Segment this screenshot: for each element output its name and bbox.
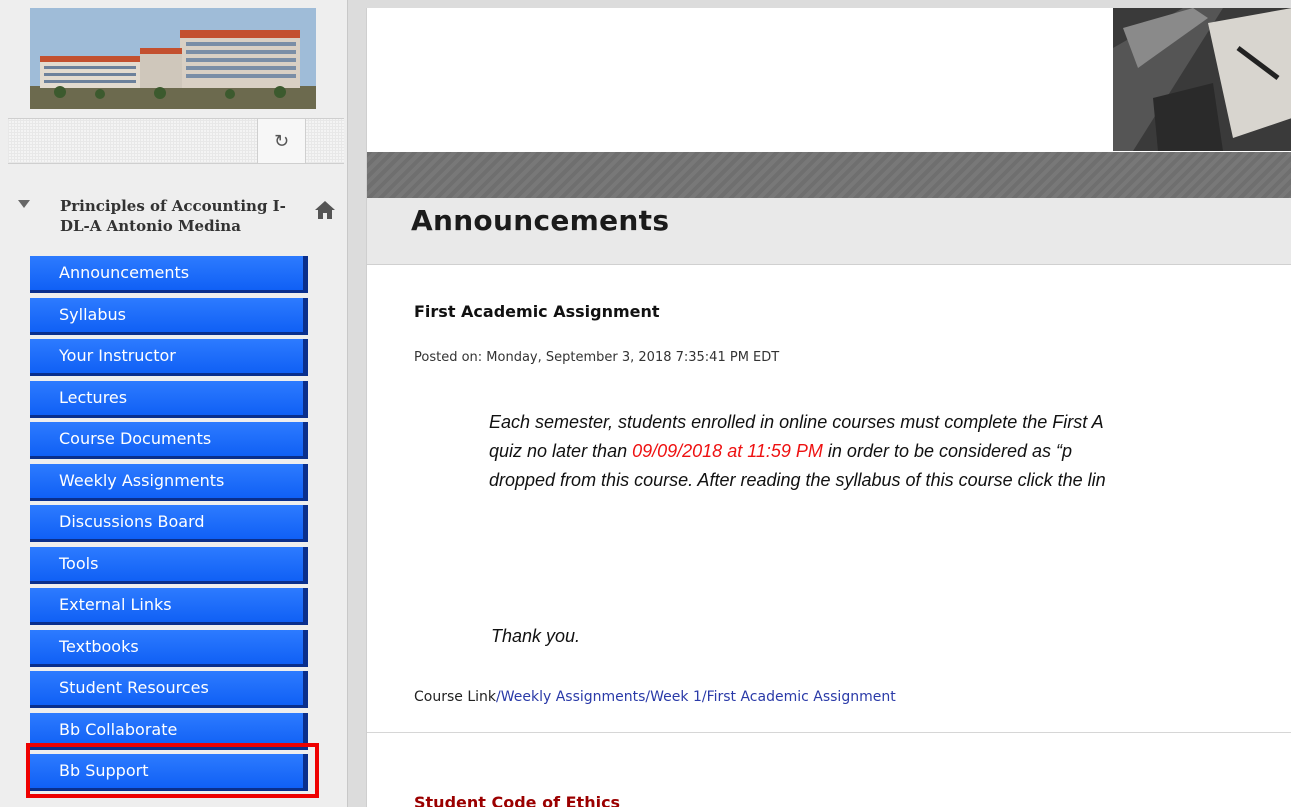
announcement-posted-date: Posted on: Monday, September 3, 2018 7:3… — [414, 350, 780, 365]
page-title: Announcements — [411, 204, 670, 237]
sidebar-item-tools[interactable]: Tools — [30, 546, 308, 584]
highlight-box — [26, 743, 319, 798]
sidebar-item-textbooks[interactable]: Textbooks — [30, 629, 308, 667]
course-menu: Announcements Syllabus Your Instructor L… — [30, 256, 308, 796]
announcement-body: Each semester, students enrolled in onli… — [489, 408, 1291, 495]
sidebar-item-discussions-board[interactable]: Discussions Board — [30, 505, 308, 542]
refresh-icon: ↻ — [273, 130, 290, 152]
sidebar-item-external-links[interactable]: External Links — [30, 588, 308, 625]
campus-building-illustration — [30, 8, 316, 109]
sidebar-item-lectures[interactable]: Lectures — [30, 380, 308, 418]
course-link-anchor[interactable]: /Weekly Assignments/Week 1/First Academi… — [496, 689, 896, 705]
home-icon[interactable] — [314, 200, 336, 220]
laptop-desk-illustration — [1113, 8, 1291, 151]
sidebar-item-student-resources[interactable]: Student Resources — [30, 671, 308, 708]
course-link-prefix: Course Link — [414, 689, 496, 705]
announcement-signoff: Thank you. — [491, 626, 581, 646]
course-menu-sidebar: ↻ Principles of Accounting I-DL-A Antoni… — [0, 0, 348, 807]
collapse-caret-icon[interactable] — [18, 200, 30, 208]
refresh-button[interactable]: ↻ — [257, 119, 306, 163]
course-title[interactable]: Principles of Accounting I-DL-A Antonio … — [60, 196, 300, 236]
content-area: Announcements First Academic Assignment … — [366, 8, 1291, 807]
announcement-divider — [367, 732, 1291, 733]
announcement-body-line: Each semester, students enrolled in onli… — [489, 412, 1104, 432]
header-desk-image — [1113, 8, 1291, 151]
body-text-segment: quiz no later than — [489, 441, 633, 461]
announcement-title: First Academic Assignment — [414, 302, 660, 321]
announcement-body-line: dropped from this course. After reading … — [489, 470, 1106, 490]
sidebar-item-announcements[interactable]: Announcements — [30, 256, 308, 293]
due-date-text: 09/09/2018 at 11:59 PM — [632, 441, 823, 461]
next-announcement-title: Student Code of Ethics — [414, 793, 621, 807]
page-title-bar: Announcements — [367, 198, 1291, 265]
sidebar-item-syllabus[interactable]: Syllabus — [30, 297, 308, 335]
announcement-body-line: quiz no later than 09/09/2018 at 11:59 P… — [489, 437, 1291, 466]
course-link: Course Link/Weekly Assignments/Week 1/Fi… — [414, 689, 896, 705]
menu-toolbar: ↻ — [8, 118, 344, 164]
sidebar-item-weekly-assignments[interactable]: Weekly Assignments — [30, 463, 308, 501]
sidebar-item-course-documents[interactable]: Course Documents — [30, 422, 308, 459]
body-text-segment: in order to be considered as “p — [822, 441, 1073, 461]
campus-banner-image — [30, 8, 316, 109]
sidebar-item-your-instructor[interactable]: Your Instructor — [30, 339, 308, 376]
header-stripe — [367, 152, 1291, 198]
